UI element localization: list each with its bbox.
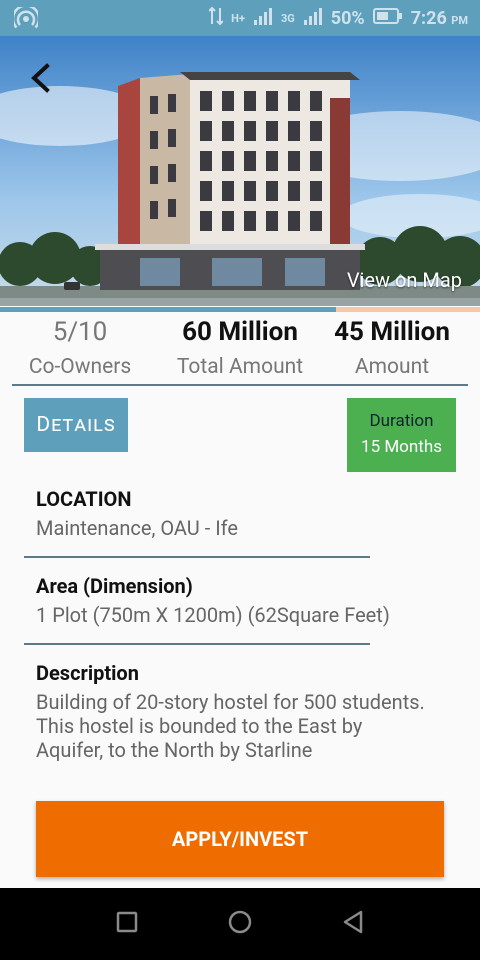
area-title: Area (Dimension) — [36, 574, 193, 598]
clock: 7:26 PM — [410, 7, 468, 29]
stats-divider — [12, 384, 468, 386]
amount-label: Amount — [354, 355, 430, 379]
system-nav-bar — [0, 888, 480, 960]
home-icon[interactable] — [227, 909, 253, 939]
signal-type: H+ — [231, 11, 245, 25]
description-line: Building of 20-story hostel for 500 stud… — [36, 690, 425, 714]
stat-co-owners: 5/10 Co-Owners — [0, 314, 160, 384]
funding-progress-bar — [0, 307, 480, 312]
back-button[interactable] — [20, 58, 60, 98]
area-text: 1 Plot (750m X 1200m) (62Square Feet) — [36, 603, 390, 627]
back-nav-icon[interactable] — [342, 910, 364, 938]
network-type: 3G — [280, 11, 295, 25]
status-bar: H+ 3G 50% 7:26 PM — [0, 0, 480, 36]
battery-icon — [372, 7, 403, 30]
description-text: Building of 20-story hostel for 500 stud… — [36, 690, 425, 762]
data-arrows-icon — [208, 6, 224, 31]
signal-icon-1 — [253, 6, 273, 31]
co-owners-value: 5/10 — [52, 317, 108, 347]
back-arrow-icon — [31, 63, 50, 93]
duration-badge: Duration 15 Months — [347, 398, 456, 472]
stats-row: 5/10 Co-Owners 60 Million Total Amount 4… — [0, 314, 480, 384]
funding-progress-fill — [0, 307, 336, 312]
stat-amount: 45 Million Amount — [312, 314, 472, 384]
location-text: Maintenance, OAU - Ife — [36, 516, 238, 540]
amount-value: 45 Million — [334, 317, 450, 347]
area-divider — [24, 643, 370, 645]
property-image — [0, 36, 480, 306]
apply-invest-button[interactable]: APPLY/INVEST — [36, 801, 444, 877]
description-line: Aquifer, to the North by Starline — [36, 738, 313, 762]
description-title: Description — [36, 661, 139, 685]
hotspot-icon — [11, 4, 41, 33]
duration-value: 15 Months — [361, 437, 442, 457]
description-line: This hostel is bounded to the East by — [36, 714, 363, 738]
recents-icon[interactable] — [116, 911, 138, 937]
details-button[interactable]: Details — [24, 398, 128, 452]
battery-percent: 50% — [330, 7, 365, 29]
total-amount-label: Total Amount — [176, 355, 304, 379]
co-owners-label: Co-Owners — [28, 355, 132, 379]
stat-total-amount: 60 Million Total Amount — [160, 314, 320, 384]
signal-icon-2 — [303, 6, 323, 31]
location-divider — [24, 556, 370, 558]
duration-label: Duration — [369, 411, 434, 431]
total-amount-value: 60 Million — [182, 317, 298, 347]
view-on-map-link[interactable]: View on Map — [347, 268, 462, 292]
location-title: LOCATION — [36, 487, 132, 511]
